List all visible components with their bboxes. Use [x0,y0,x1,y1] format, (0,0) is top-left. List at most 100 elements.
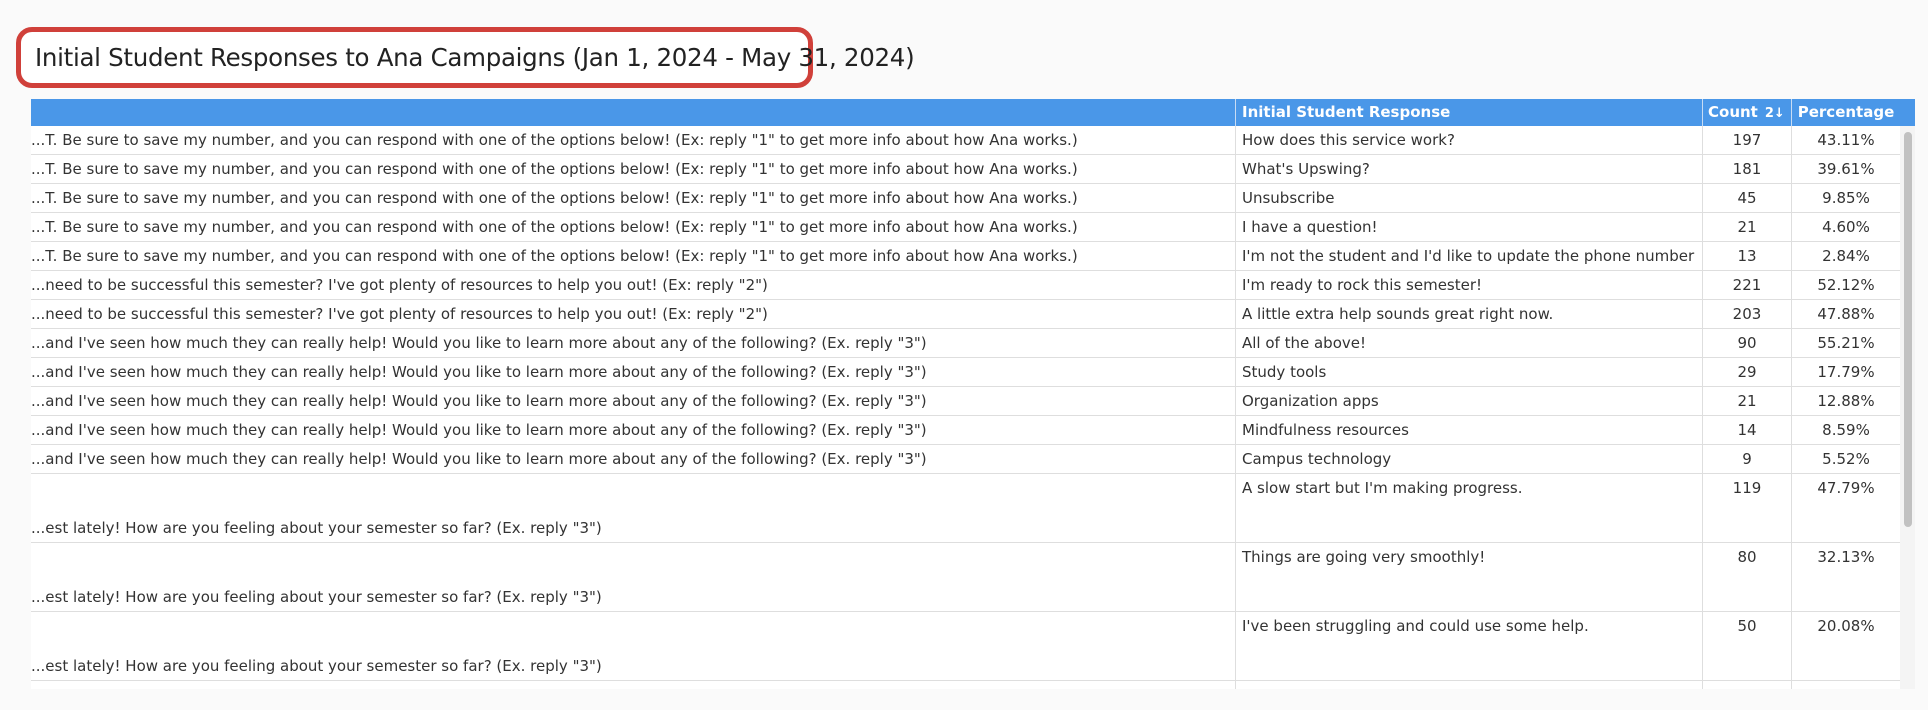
cell-student-response: Unsubscribe [1242,189,1335,207]
cell-count: 50 [1737,617,1757,635]
cell-percentage: 52.12% [1817,276,1875,294]
column-divider [1791,126,1792,689]
table-row[interactable]: ...and I've seen how much they can reall… [31,416,1915,445]
table-row[interactable]: ...need to be successful this semester? … [31,271,1915,300]
cell-percentage: 5.52% [1822,450,1870,468]
table-header: Initial Student Response Count 2↓ Percent… [31,99,1915,126]
table-row[interactable]: ...est lately! How are you feeling about… [31,612,1915,681]
column-divider [1702,126,1703,689]
cell-campaign-message: ...and I've seen how much they can reall… [31,358,1235,386]
cell-percentage: 8.59% [1822,421,1870,439]
cell-campaign-message: ...and I've seen how much they can reall… [31,329,1235,357]
table-row[interactable]: ...and I've seen how much they can reall… [31,387,1915,416]
cell-percentage: 12.88% [1817,392,1875,410]
sort-descending-icon[interactable]: 2↓ [1765,100,1785,127]
cell-student-response: What's Upswing? [1242,160,1370,178]
cell-student-response: How does this service work? [1242,131,1455,149]
cell-student-response: I have a question! [1242,218,1378,236]
cell-campaign-message: ...est lately! How are you feeling about… [31,514,1235,542]
cell-campaign-message-text: ...est lately! How are you feeling about… [31,588,602,606]
table-row[interactable]: ...T. Be sure to save my number, and you… [31,155,1915,184]
cell-percentage: 39.61% [1817,160,1875,178]
cell-student-response: All of the above! [1242,334,1366,352]
cell-campaign-message: ...T. Be sure to save my number, and you… [31,213,1235,241]
cell-campaign-message: ...and I've seen how much they can reall… [31,416,1235,444]
cell-count: 203 [1732,305,1762,323]
cell-student-response: A slow start but I'm making progress. [1242,479,1523,497]
cell-campaign-message: ...and I've seen how much they can reall… [31,387,1235,415]
cell-campaign-message: ...and I've seen how much they can reall… [31,445,1235,473]
cell-percentage: 17.79% [1817,363,1875,381]
column-header-message[interactable] [31,99,1235,126]
table-row[interactable]: ...need to be successful this semester? … [31,300,1915,329]
table-row[interactable]: ...and I've seen how much they can reall… [31,358,1915,387]
vertical-scrollbar[interactable] [1900,126,1915,689]
cell-count: 90 [1737,334,1757,352]
cell-campaign-message-text: ...T. Be sure to save my number, and you… [31,189,1078,207]
column-header-count[interactable]: Count 2↓ [1703,99,1791,126]
cell-count: 45 [1737,189,1757,207]
table-row[interactable]: ...T. Be sure to save my number, and you… [31,242,1915,271]
cell-student-response: Study tools [1242,363,1327,381]
cell-campaign-message-text: ...est lately! How are you feeling about… [31,519,602,537]
cell-campaign-message: ...need to be successful this semester? … [31,300,1235,328]
column-divider [1235,126,1236,689]
table-row[interactable]: ...est lately! How are you feeling about… [31,474,1915,543]
cell-count: 80 [1737,548,1757,566]
table-row[interactable]: ...and I've seen how much they can reall… [31,329,1915,358]
table-row[interactable]: ...and I've seen how much they can reall… [31,445,1915,474]
cell-campaign-message-text: ...T. Be sure to save my number, and you… [31,131,1078,149]
cell-percentage: 9.85% [1822,189,1870,207]
cell-campaign-message: ...need to be successful this semester? … [31,271,1235,299]
table-row[interactable]: ...T. Be sure to save my number, and you… [31,213,1915,242]
cell-campaign-message-text: ...and I've seen how much they can reall… [31,392,927,410]
cell-percentage: 47.79% [1817,479,1875,497]
cell-count: 119 [1732,479,1762,497]
responses-table: Initial Student Response Count 2↓ Percent… [31,99,1915,689]
cell-student-response: I'm not the student and I'd like to upda… [1242,247,1695,265]
column-header-percentage[interactable]: Percentage [1792,99,1900,126]
cell-campaign-message: ...T. Be sure to save my number, and you… [31,184,1235,212]
cell-campaign-message: ...est lately! How are you feeling about… [31,652,1235,680]
cell-campaign-message: ...T. Be sure to save my number, and you… [31,126,1235,154]
cell-campaign-message-text: ...need to be successful this semester? … [31,305,768,323]
scrollbar-thumb[interactable] [1904,132,1912,527]
cell-campaign-message: ...T. Be sure to save my number, and you… [31,155,1235,183]
report-title: Initial Student Responses to Ana Campaig… [35,43,915,72]
cell-percentage: 47.88% [1817,305,1875,323]
cell-campaign-message-text: ...and I've seen how much they can reall… [31,450,927,468]
cell-count: 14 [1737,421,1757,439]
cell-count: 21 [1737,218,1757,236]
cell-student-response: A little extra help sounds great right n… [1242,305,1554,323]
cell-count: 9 [1742,450,1752,468]
cell-campaign-message-text: ...and I've seen how much they can reall… [31,421,927,439]
cell-student-response: Mindfulness resources [1242,421,1409,439]
cell-campaign-message: ...T. Be sure to save my number, and you… [31,242,1235,270]
cell-student-response: I'm ready to rock this semester! [1242,276,1483,294]
table-row[interactable]: ...T. Be sure to save my number, and you… [31,184,1915,213]
cell-percentage: 55.21% [1817,334,1875,352]
cell-campaign-message-text: ...T. Be sure to save my number, and you… [31,247,1078,265]
table-row[interactable]: ...est lately! How are you feeling about… [31,543,1915,612]
title-highlight-box: Initial Student Responses to Ana Campaig… [16,27,915,88]
cell-student-response: Things are going very smoothly! [1242,548,1486,566]
cell-count: 21 [1737,392,1757,410]
cell-campaign-message-text: ...and I've seen how much they can reall… [31,334,927,352]
cell-campaign-message: ...est lately! How are you feeling about… [31,583,1235,611]
table-row[interactable]: ...T. Be sure to save my number, and you… [31,126,1915,155]
cell-count: 29 [1737,363,1757,381]
cell-count: 13 [1737,247,1757,265]
cell-campaign-message-text: ...T. Be sure to save my number, and you… [31,160,1078,178]
column-header-response[interactable]: Initial Student Response [1236,99,1702,126]
cell-percentage: 20.08% [1817,617,1875,635]
cell-count: 221 [1732,276,1762,294]
cell-count: 197 [1732,131,1762,149]
cell-student-response: I've been struggling and could use some … [1242,617,1589,635]
cell-percentage: 43.11% [1817,131,1875,149]
cell-campaign-message-text: ...and I've seen how much they can reall… [31,363,927,381]
report-page: Initial Student Responses to Ana Campaig… [0,0,1928,710]
cell-student-response: Organization apps [1242,392,1379,410]
cell-percentage: 32.13% [1817,548,1875,566]
cell-campaign-message-text: ...est lately! How are you feeling about… [31,657,602,675]
cell-count: 181 [1732,160,1762,178]
